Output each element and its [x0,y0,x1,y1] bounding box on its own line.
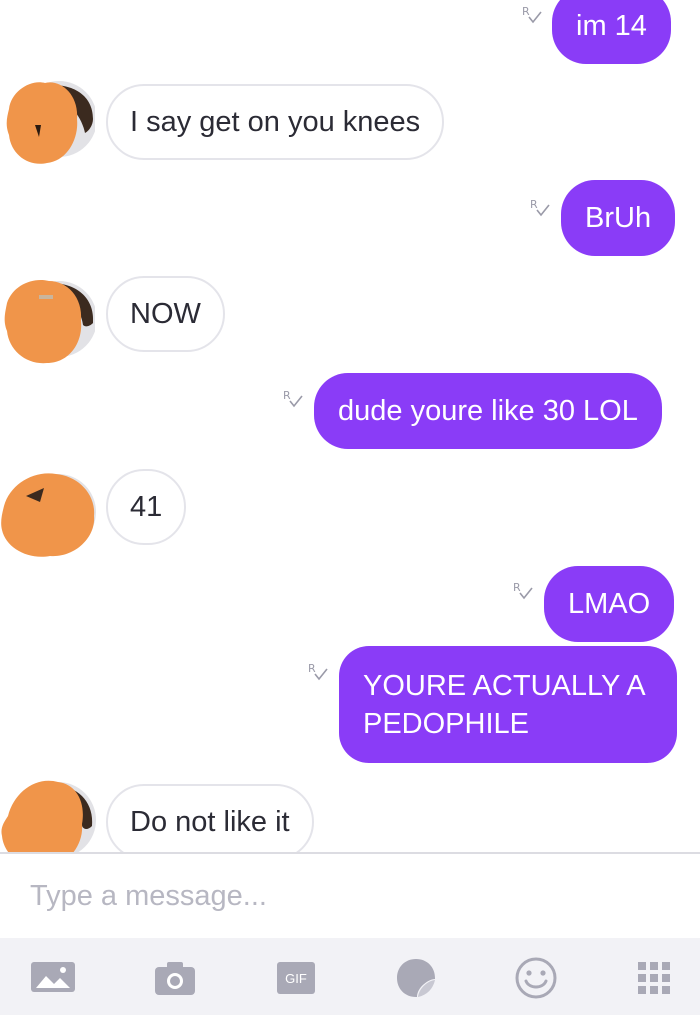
svg-text:R: R [530,198,538,211]
contact-avatar[interactable] [3,73,97,165]
incoming-message[interactable]: NOW [106,276,225,352]
camera-icon[interactable] [153,956,197,1000]
outgoing-message[interactable]: BrUh [561,180,676,256]
svg-text:R: R [308,662,316,675]
incoming-message[interactable]: Do not like it [106,784,314,852]
chat-thread[interactable]: R im 14 I say get on you knees R BrUh NO… [0,0,700,852]
read-receipt-icon: R [522,5,542,24]
gallery-icon[interactable] [30,956,76,1000]
gif-icon[interactable]: GIF [274,956,318,1000]
incoming-message[interactable]: 41 [106,469,187,545]
outgoing-message[interactable]: im 14 [552,0,671,64]
outgoing-message[interactable]: YOURE ACTUALLY A PEDOPHILE [339,646,677,763]
message-input[interactable] [30,874,670,918]
svg-text:GIF: GIF [285,971,307,986]
sticker-icon[interactable] [394,956,438,1000]
incoming-message[interactable]: I say get on you knees [106,84,445,160]
contact-avatar[interactable] [0,772,96,852]
svg-text:R: R [522,5,530,18]
attachment-toolbar: GIF [0,938,700,1015]
emoji-icon[interactable] [514,956,558,1000]
read-receipt-icon: R [530,198,550,217]
read-receipt-icon: R [308,662,328,681]
svg-text:R: R [513,581,521,594]
read-receipt-icon: R [283,389,303,408]
outgoing-message[interactable]: LMAO [544,566,675,642]
contact-avatar[interactable] [0,466,96,558]
apps-grid-icon[interactable] [632,956,676,1000]
svg-text:R: R [283,389,291,402]
read-receipt-icon: R [513,581,533,600]
outgoing-message[interactable]: dude youre like 30 LOL [314,373,662,449]
contact-avatar[interactable] [3,273,97,365]
message-composer [0,852,700,938]
